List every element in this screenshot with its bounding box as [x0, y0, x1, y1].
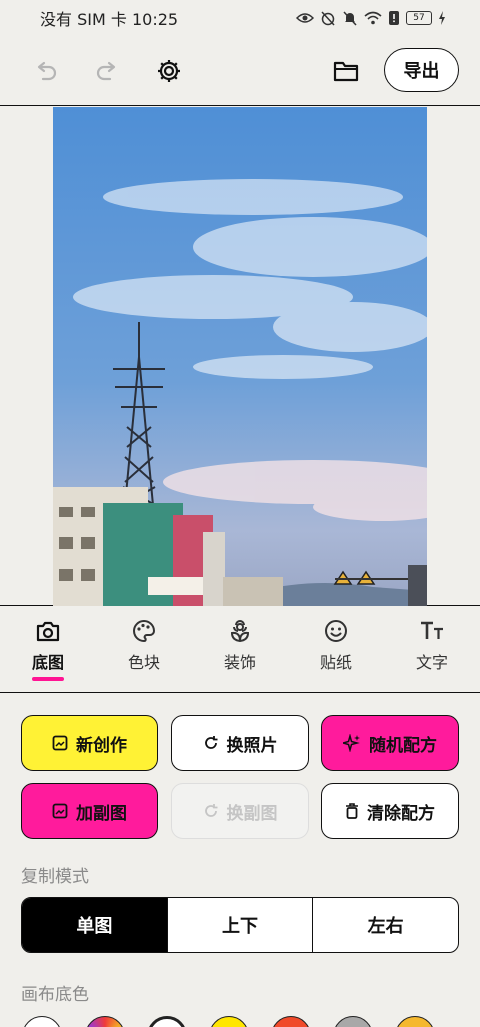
gear-icon[interactable] [154, 56, 184, 86]
change-copy-image-label: 换副图 [226, 803, 278, 824]
swatch-gray[interactable] [333, 1016, 373, 1027]
folder-icon[interactable] [331, 56, 361, 86]
status-bar: 没有 SIM 卡 10:25 57 [0, 0, 480, 36]
copy-mode-label: 复制模式 [21, 867, 89, 887]
carrier-text: 没有 SIM 卡 [40, 10, 127, 29]
tab-label: 贴纸 [319, 653, 352, 672]
swatch-red[interactable] [271, 1016, 311, 1027]
canvas-area [0, 107, 480, 606]
swatch-orange[interactable] [395, 1016, 435, 1027]
copy-mode-horizontal[interactable]: 左右 [313, 898, 458, 952]
tab-sticker[interactable]: 贴纸 [288, 607, 384, 692]
export-button[interactable]: 导出 [384, 48, 459, 92]
new-creation-button[interactable]: 新创作 [21, 715, 158, 771]
status-icons: 57 [296, 10, 446, 26]
random-recipe-label: 随机配方 [369, 735, 437, 756]
canvas-bg-label: 画布底色 [21, 985, 89, 1005]
editor-toolbar: 导出 [0, 36, 480, 106]
tab-label: 底图 [31, 653, 64, 672]
tab-color-block[interactable]: 色块 [96, 607, 192, 692]
battery-icon: 57 [406, 11, 432, 25]
copy-mode-selector: 单图 上下 左右 [21, 897, 459, 953]
tab-decoration[interactable]: 装饰 [192, 607, 288, 692]
swatch-yellow[interactable] [209, 1016, 249, 1027]
tab-label: 装饰 [223, 653, 256, 672]
status-left: 没有 SIM 卡 10:25 [40, 6, 178, 30]
wifi-icon [364, 11, 382, 25]
copy-mode-vertical[interactable]: 上下 [168, 898, 314, 952]
redo-icon[interactable] [92, 56, 122, 86]
swatch-selected-white[interactable] [147, 1016, 187, 1027]
charging-icon [439, 11, 445, 25]
flower-icon [230, 620, 250, 643]
random-recipe-button[interactable]: 随机配方 [321, 715, 459, 771]
add-copy-image-button[interactable]: 加副图 [21, 783, 158, 839]
new-creation-label: 新创作 [76, 735, 127, 756]
clear-recipe-button[interactable]: 清除配方 [321, 783, 459, 839]
clear-recipe-label: 清除配方 [367, 803, 435, 824]
change-copy-image-button: 换副图 [171, 783, 309, 839]
text-size-icon [421, 621, 443, 639]
alarm-off-icon [321, 11, 335, 26]
trash-icon [346, 803, 358, 819]
tab-text[interactable]: 文字 [384, 607, 480, 692]
base-photo[interactable] [53, 107, 427, 606]
tab-base-image[interactable]: 底图 [0, 607, 96, 692]
camera-icon [36, 621, 60, 642]
refresh-icon [204, 804, 217, 817]
image-icon [52, 735, 68, 751]
tool-tabbar: 底图 色块 装饰 贴纸 文字 [0, 607, 480, 693]
base-image-panel: 新创作 换照片 随机配方 加副图 换副图 清除配方 复制模式 单图 上下 左右 … [0, 694, 480, 1027]
eye-icon [296, 13, 314, 23]
mute-icon [343, 11, 357, 26]
add-copy-image-label: 加副图 [76, 803, 127, 824]
tab-label: 色块 [127, 653, 160, 672]
change-photo-button[interactable]: 换照片 [171, 715, 309, 771]
photo-image [53, 107, 427, 606]
swatch-custom-color[interactable] [85, 1016, 125, 1027]
palette-icon [133, 619, 156, 643]
sim-alert-icon [389, 11, 399, 25]
smiley-icon [325, 620, 347, 642]
refresh-icon [204, 736, 217, 749]
copy-mode-single[interactable]: 单图 [22, 898, 168, 952]
sparkle-icon [343, 734, 360, 752]
clock: 10:25 [131, 10, 179, 29]
tab-label: 文字 [415, 653, 448, 672]
image-icon [52, 803, 68, 819]
active-tab-indicator [32, 677, 64, 681]
swatch-white[interactable] [22, 1016, 62, 1027]
undo-icon[interactable] [31, 56, 61, 86]
change-photo-label: 换照片 [226, 735, 278, 756]
